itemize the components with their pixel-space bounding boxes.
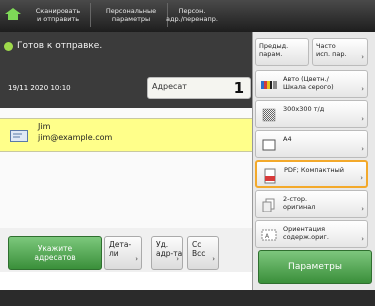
recipient-email: jim@example.com bbox=[38, 133, 113, 142]
resolution-button[interactable]: 300x300 т/д › bbox=[255, 100, 368, 128]
original-orientation-button[interactable]: A Ориентация содерж.ориг. › bbox=[255, 220, 368, 248]
resolution-label: 300x300 т/д bbox=[283, 105, 325, 113]
parameters-label: Параметры bbox=[288, 262, 342, 272]
color-mode-icon bbox=[260, 77, 278, 93]
addressee-counter: Адресат 1 bbox=[147, 77, 251, 99]
scan-size-button[interactable]: A4 › bbox=[255, 130, 368, 158]
delete-address-button[interactable]: Уд. адр-та › bbox=[151, 236, 183, 270]
chevron-right-icon: › bbox=[361, 53, 364, 61]
date-time: 19/11 2020 10:10 bbox=[8, 84, 71, 92]
chevron-right-icon: › bbox=[361, 115, 364, 123]
details-label: Дета- ли bbox=[109, 240, 132, 258]
file-format-button[interactable]: PDF; Компактный › bbox=[255, 160, 368, 188]
file-format-label: PDF; Компактный bbox=[284, 166, 344, 174]
frequent-settings-label: Часто исп. пар. bbox=[316, 42, 347, 58]
ready-indicator-icon bbox=[4, 41, 13, 51]
color-mode-label: Авто (Цветн./ Шкала серого) bbox=[283, 75, 334, 91]
chevron-right-icon: › bbox=[212, 255, 215, 263]
original-orientation-label: Ориентация содерж.ориг. bbox=[283, 225, 329, 241]
scan-size-icon bbox=[260, 137, 278, 153]
panel-divider bbox=[252, 32, 253, 290]
cc-bcc-button[interactable]: Сс Всс › bbox=[187, 236, 219, 270]
status-text: Готов к отправке. bbox=[17, 41, 103, 51]
tab-scan-and-send[interactable]: Сканировать и отправить bbox=[26, 3, 91, 27]
duplex-icon bbox=[260, 197, 278, 213]
color-mode-button[interactable]: Авто (Цветн./ Шкала серого) › bbox=[255, 70, 368, 98]
chevron-right-icon: › bbox=[361, 145, 364, 153]
chevron-right-icon: › bbox=[135, 255, 138, 263]
email-icon bbox=[10, 127, 28, 146]
tab-address-book[interactable]: Персон. адр./перенапр. bbox=[166, 3, 218, 27]
chevron-right-icon: › bbox=[361, 85, 364, 93]
scan-size-label: A4 bbox=[283, 135, 292, 143]
home-icon[interactable] bbox=[3, 4, 23, 24]
resolution-icon bbox=[260, 107, 278, 123]
specify-addressees-button[interactable]: Укажите адресатов bbox=[8, 236, 102, 270]
chevron-right-icon: › bbox=[360, 174, 363, 182]
previous-settings-label: Предыд. парам. bbox=[259, 42, 289, 58]
chevron-right-icon: › bbox=[361, 205, 364, 213]
status-line: Готов к отправке. bbox=[4, 41, 102, 51]
details-button[interactable]: Дета- ли › bbox=[104, 236, 142, 270]
top-bar: Сканировать и отправить Персональные пар… bbox=[0, 0, 375, 32]
addressee-label: Адресат bbox=[152, 82, 187, 91]
footer-bar bbox=[0, 290, 375, 306]
previous-settings-button[interactable]: Предыд. парам. bbox=[255, 38, 309, 66]
addressee-count: 1 bbox=[233, 79, 244, 97]
specify-addressees-label: Укажите адресатов bbox=[34, 244, 76, 262]
recipient-row[interactable]: Jim jim@example.com bbox=[0, 118, 252, 152]
orientation-icon: A bbox=[260, 227, 278, 243]
cc-bcc-label: Сс Всс bbox=[192, 240, 206, 258]
chevron-right-icon: › bbox=[176, 255, 179, 263]
tab-personal-settings[interactable]: Персональные параметры bbox=[95, 3, 168, 27]
duplex-original-label: 2-стор. оригинал bbox=[283, 195, 316, 211]
parameters-button[interactable]: Параметры bbox=[258, 250, 372, 284]
duplex-original-button[interactable]: 2-стор. оригинал › bbox=[255, 190, 368, 218]
frequent-settings-button[interactable]: Часто исп. пар. › bbox=[312, 38, 368, 66]
recipient-name: Jim bbox=[38, 122, 51, 131]
chevron-right-icon: › bbox=[361, 235, 364, 243]
pdf-file-icon bbox=[261, 168, 279, 184]
